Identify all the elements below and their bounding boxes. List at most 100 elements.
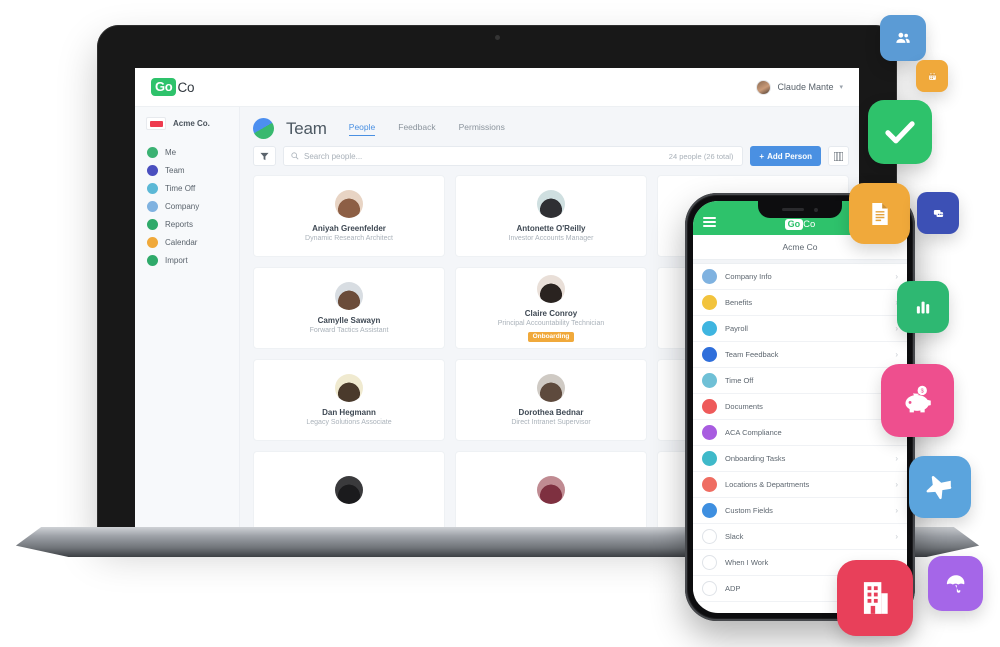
search-icon — [291, 152, 299, 160]
building-icon — [147, 200, 158, 212]
bar-chart-icon — [914, 298, 931, 315]
app-tile-piggy-bank[interactable]: $ — [881, 364, 954, 437]
phone-menu-item-slack[interactable]: Slack › — [693, 524, 907, 550]
add-person-button[interactable]: + Add Person — [750, 146, 821, 166]
toolbar: Search people... 24 people (26 total) + … — [253, 146, 849, 166]
filter-button[interactable] — [253, 146, 276, 166]
piggy-bank-icon — [702, 321, 717, 336]
phone-menu-item-locations-departments[interactable]: Locations & Departments › — [693, 472, 907, 498]
org-name-label: Acme Co. — [173, 119, 210, 128]
phone-menu-item-aca-compliance[interactable]: ACA Compliance› — [693, 420, 907, 446]
shield-icon — [702, 425, 717, 440]
tab-permissions[interactable]: Permissions — [459, 122, 505, 136]
sidebar-item-time-off[interactable]: Time Off — [135, 179, 239, 197]
person-name: Dorothea Bednar — [518, 408, 584, 417]
app-tile-bar-chart[interactable] — [897, 281, 949, 333]
search-input[interactable]: Search people... — [304, 152, 362, 161]
phone-menu-item-onboarding-tasks[interactable]: Onboarding Tasks › — [693, 446, 907, 472]
chevron-right-icon: › — [895, 454, 898, 463]
tab-bar: People Feedback Permissions — [348, 122, 505, 136]
app-tile-calendar[interactable] — [916, 60, 948, 92]
hamburger-menu-icon[interactable] — [703, 215, 716, 229]
people-icon — [895, 30, 912, 47]
person-card[interactable]: Dan Hegmann Legacy Solutions Associate — [253, 359, 445, 441]
sidebar-item-label: Calendar — [165, 237, 198, 247]
person-role: Dynamic Research Architect — [305, 235, 393, 242]
user-name-label: Claude Mante — [777, 82, 834, 92]
sidebar-item-me[interactable]: Me — [135, 143, 239, 161]
phone-menu-label: Locations & Departments — [725, 480, 810, 489]
tab-people[interactable]: People — [348, 122, 376, 136]
search-box[interactable]: Search people... 24 people (26 total) — [283, 146, 744, 166]
sidebar-item-label: Company — [165, 201, 200, 211]
app-tile-document[interactable] — [849, 183, 910, 244]
sidebar: Acme Co. Me Team Time Off Company Reports Cal… — [135, 107, 240, 555]
phone-menu-item-benefits[interactable]: Benefits› — [693, 290, 907, 316]
phone-menu-item-payroll[interactable]: Payroll › — [693, 316, 907, 342]
person-role: Direct Intranet Supervisor — [511, 419, 591, 426]
sidebar-item-calendar[interactable]: Calendar — [135, 233, 239, 251]
sidebar-item-label: Team — [165, 165, 185, 175]
sidebar-item-company[interactable]: Company — [135, 197, 239, 215]
person-card[interactable] — [253, 451, 445, 533]
tab-feedback[interactable]: Feedback — [398, 122, 435, 136]
person-card[interactable]: Claire Conroy Principal Accountability Te… — [455, 267, 647, 349]
app-tile-umbrella[interactable] — [928, 556, 983, 611]
beach-icon — [702, 373, 717, 388]
phone-menu-label: Payroll — [725, 324, 748, 333]
phone-menu-item-time-off[interactable]: Time Off› — [693, 368, 907, 394]
chevron-right-icon: › — [895, 532, 898, 541]
webcam-icon — [494, 35, 500, 40]
airplane-icon — [925, 472, 956, 503]
phone-menu-label: Slack — [725, 532, 744, 541]
clipboard-icon — [702, 451, 717, 466]
phone-menu-item-documents[interactable]: Documents› — [693, 394, 907, 420]
plus-icon: + — [759, 151, 765, 161]
person-role: Principal Accountability Technician — [497, 319, 605, 327]
person-card[interactable]: Aniyah Greenfelder Dynamic Research Archi… — [253, 175, 445, 257]
avatar — [335, 374, 363, 402]
chevron-right-icon: › — [895, 480, 898, 489]
document-icon — [702, 399, 717, 414]
add-person-label: Add Person — [767, 151, 812, 161]
map-pin-icon — [702, 477, 717, 492]
piggy-bank-icon: $ — [900, 383, 934, 417]
app-tile-building[interactable] — [837, 560, 913, 636]
phone-menu-label: Benefits — [725, 298, 753, 307]
person-card[interactable]: Dorothea Bednar Direct Intranet Superviso… — [455, 359, 647, 441]
person-name: Claire Conroy — [524, 308, 578, 318]
app-tile-checkmark[interactable] — [868, 100, 932, 164]
calendar-icon — [147, 236, 158, 248]
grid-view-button[interactable] — [828, 146, 849, 166]
slack-icon — [702, 529, 717, 544]
phone-menu-item-custom-fields[interactable]: Custom Fields › — [693, 498, 907, 524]
app-tile-airplane[interactable] — [909, 456, 971, 518]
phone-menu-item-team-feedback[interactable]: Team Feedback › — [693, 342, 907, 368]
person-card[interactable] — [455, 451, 647, 533]
person-card[interactable]: Camylle Sawayn Forward Tactics Assistant — [253, 267, 445, 349]
sidebar-item-import[interactable]: Import — [135, 251, 239, 269]
user-menu[interactable]: Claude Mante ▾ — [756, 79, 843, 95]
person-card[interactable]: Antonette O'Reilly Investor Accounts Mana… — [455, 175, 647, 257]
sidebar-org[interactable]: Acme Co. — [135, 117, 239, 130]
people-count-label: 24 people (26 total) — [668, 151, 734, 161]
goco-logo[interactable]: Go Co — [151, 78, 195, 96]
sidebar-item-team[interactable]: Team — [135, 161, 239, 179]
phone-menu-label: Company Info — [725, 272, 772, 281]
phone-logo-go: Go — [784, 219, 804, 230]
person-role: Investor Accounts Manager — [508, 235, 594, 242]
fields-icon — [702, 503, 717, 518]
phone-menu-label: Custom Fields — [725, 506, 773, 515]
building-icon — [702, 269, 717, 284]
import-icon — [147, 254, 158, 266]
front-camera-icon — [814, 207, 818, 212]
phone-menu-item-company-info[interactable]: Company Info › — [693, 264, 907, 290]
screenshot-root: Go Co Claude Mante ▾ Acme Co. Me Team Time… — [0, 0, 1000, 647]
avatar — [335, 190, 363, 218]
app-tile-chat[interactable] — [917, 192, 959, 234]
chevron-down-icon: ▾ — [839, 84, 843, 91]
person-role: Legacy Solutions Associate — [306, 419, 392, 426]
checkmark-icon — [882, 114, 918, 150]
sidebar-item-reports[interactable]: Reports — [135, 215, 239, 233]
app-tile-people[interactable] — [880, 15, 926, 61]
